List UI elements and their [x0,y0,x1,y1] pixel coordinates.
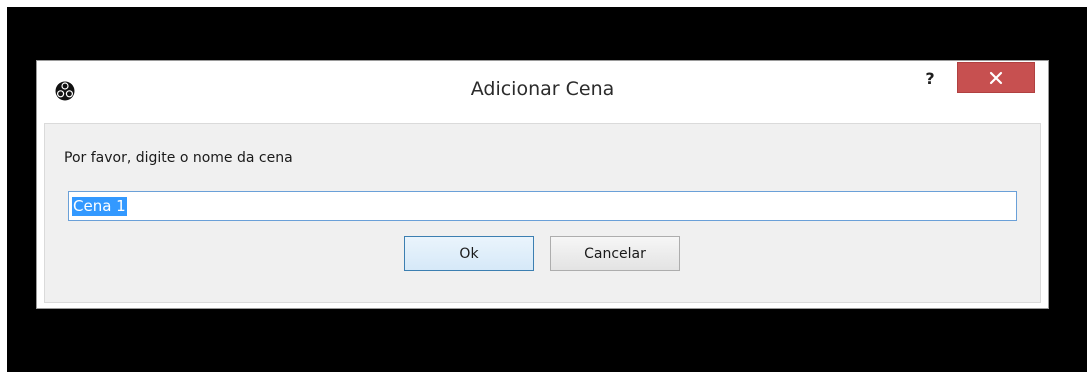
desktop-background: Adicionar Cena ? Por favor, digite o nom… [7,7,1087,372]
prompt-label: Por favor, digite o nome da cena [64,150,293,166]
ok-button[interactable]: Ok [404,236,534,271]
close-button[interactable] [957,62,1035,93]
cancel-button[interactable]: Cancelar [550,236,680,271]
scene-name-input[interactable]: Cena 1 [68,191,1017,221]
title-bar: Adicionar Cena ? [37,61,1048,121]
help-button[interactable]: ? [919,67,941,91]
close-icon [989,71,1003,84]
add-scene-dialog: Adicionar Cena ? Por favor, digite o nom… [36,60,1049,309]
dialog-body: Por favor, digite o nome da cena Cena 1 … [44,123,1041,303]
scene-name-value: Cena 1 [72,196,127,216]
dialog-title: Adicionar Cena [470,78,615,100]
